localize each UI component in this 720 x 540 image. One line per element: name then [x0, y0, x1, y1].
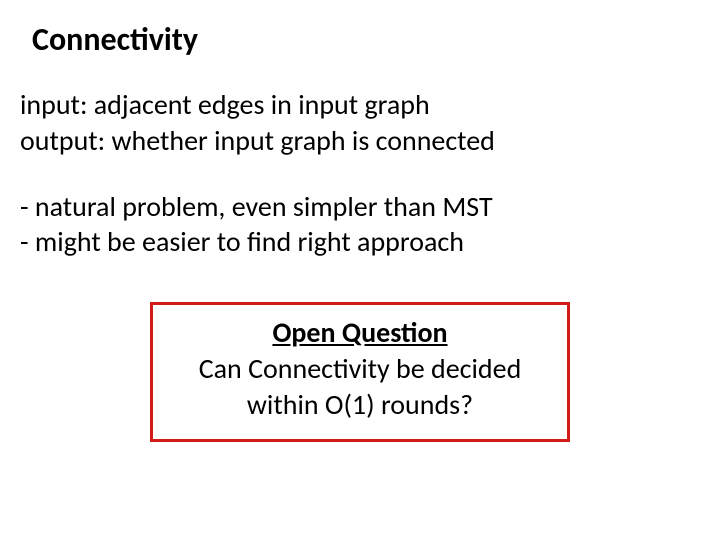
bullet-block: - natural problem, even simpler than MST… [20, 189, 700, 261]
input-line: input: adjacent edges in input graph [20, 87, 700, 123]
open-question-box: Open Question Can Connectivity be decide… [150, 302, 570, 441]
bullet-1: - natural problem, even simpler than MST [20, 189, 700, 225]
bullet-2: - might be easier to find right approach [20, 224, 700, 260]
slide-container: Connectivity input: adjacent edges in in… [0, 0, 720, 442]
open-question-line1: Can Connectivity be decided [169, 351, 551, 387]
io-block: input: adjacent edges in input graph out… [20, 87, 700, 159]
slide-title: Connectivity [32, 20, 700, 59]
open-question-line2: within O(1) rounds? [169, 387, 551, 423]
open-question-heading: Open Question [169, 315, 551, 351]
output-line: output: whether input graph is connected [20, 123, 700, 159]
